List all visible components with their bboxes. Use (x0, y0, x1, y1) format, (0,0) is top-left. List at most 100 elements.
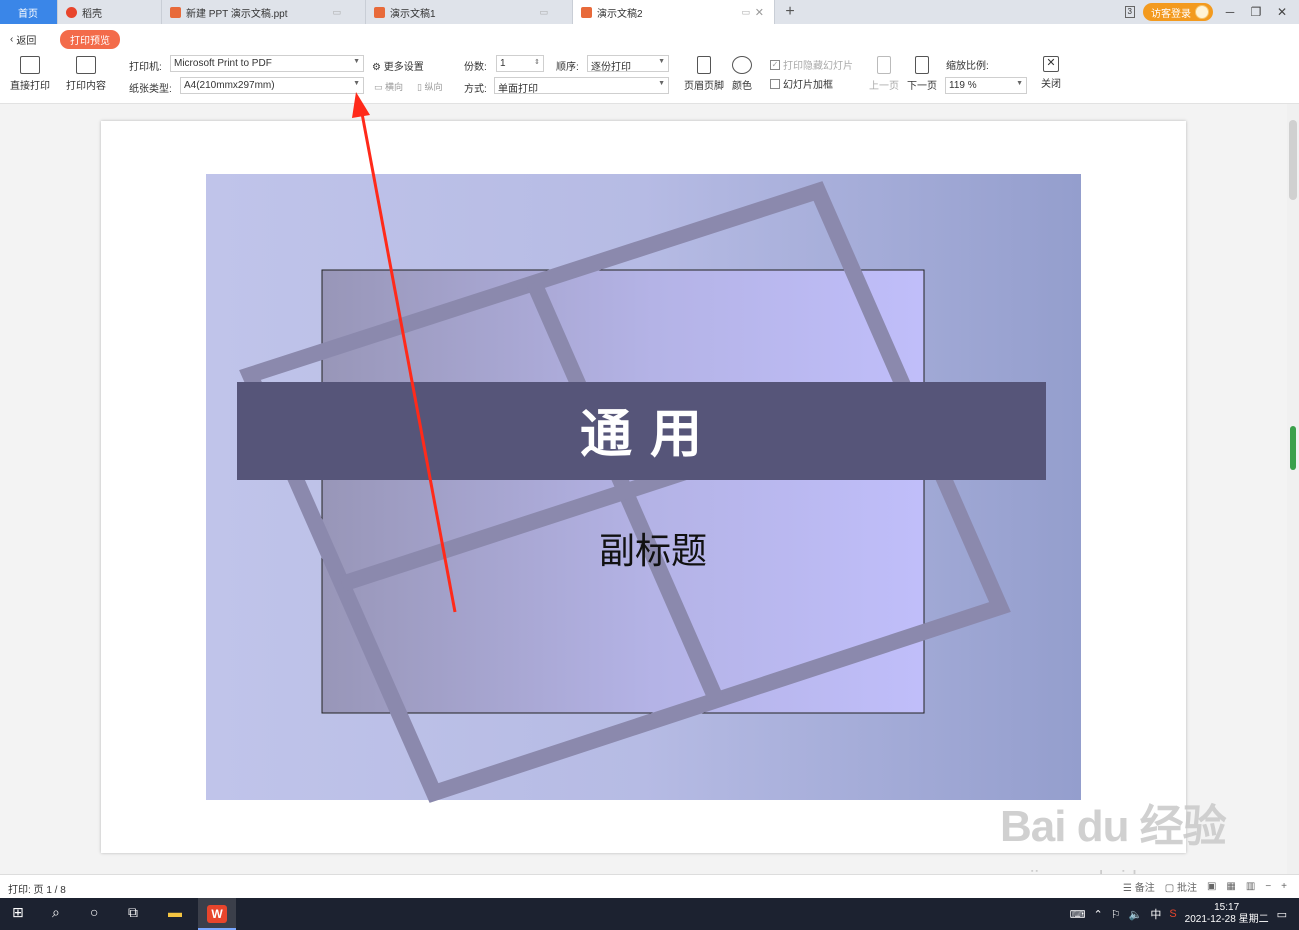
tab-label: 演示文稿2 (597, 8, 643, 20)
paper-select[interactable]: A4(210mmx297mm) ▼ (180, 77, 364, 94)
stepper-icon: ⇕ (534, 59, 540, 66)
prev-page-button[interactable]: 上一页 (869, 56, 899, 92)
color-circles-icon (732, 56, 752, 74)
method-select[interactable]: 单面打印 ▼ (494, 77, 669, 95)
zoom-value: 119 % (949, 80, 977, 91)
cortana-icon[interactable]: ○ (90, 904, 98, 920)
window-count-badge[interactable]: 3 (1124, 6, 1135, 18)
network-icon[interactable]: ⚐ (1111, 908, 1121, 921)
chevron-down-icon: ▼ (658, 80, 665, 87)
prev-page-icon (877, 56, 891, 74)
close-label: 关闭 (1041, 79, 1061, 90)
gear-icon: ⚙ (372, 62, 384, 73)
login-label: 访客登录 (1151, 8, 1191, 20)
clock-time: 15:17 (1214, 902, 1240, 913)
ime-indicator[interactable]: 中 (1150, 906, 1161, 922)
tab-label: 新建 PPT 演示文稿.ppt (186, 8, 288, 20)
tab-new-ppt[interactable]: 新建 PPT 演示文稿.ppt ▭ (162, 0, 366, 24)
volume-icon[interactable]: 🔈 (1129, 908, 1143, 921)
ppt-icon (170, 6, 181, 18)
header-footer-label: 页眉页脚 (684, 81, 724, 92)
method-value: 单面打印 (498, 84, 538, 95)
direct-print-button[interactable]: 直接打印 (10, 56, 50, 92)
system-tray: ⌨ ⌃ ⚐ 🔈 中 S 15:17 2021-12-28 星期二 ▭ (1070, 898, 1299, 930)
restore-icon[interactable]: ❐ (1247, 5, 1265, 19)
comment-icon: ▢ (1164, 883, 1177, 894)
print-hidden-slides-checkbox[interactable]: ✓ 打印隐藏幻灯片 (770, 57, 853, 72)
print-content-button[interactable]: 打印内容 (66, 56, 106, 92)
notification-icon[interactable]: ▭ (1277, 908, 1287, 921)
close-window-icon[interactable]: ✕ (1273, 5, 1291, 19)
printer-value: Microsoft Print to PDF (174, 58, 272, 69)
more-settings-button[interactable]: ⚙ 更多设置 (372, 58, 424, 73)
landscape-icon: ▭ (374, 82, 386, 92)
slide-frame-checkbox[interactable]: 幻灯片加框 (770, 76, 833, 91)
order-value: 逐份打印 (591, 62, 631, 73)
zoom-select[interactable]: 119 % ▼ (945, 77, 1027, 94)
close-tab-icon[interactable]: ✕ (755, 6, 764, 19)
windows-start-icon[interactable]: ⊞ (12, 904, 24, 921)
notes-icon: ☰ (1122, 883, 1135, 894)
landscape-button[interactable]: ▭ 横向 (374, 80, 403, 93)
tab-home[interactable]: 首页 (0, 0, 58, 24)
add-tab-button[interactable]: + (775, 0, 805, 24)
next-page-icon (915, 56, 929, 74)
monitor-icon: ▭ (741, 6, 750, 17)
tab-presentation-2[interactable]: 演示文稿2 ▭ ✕ (573, 0, 775, 24)
color-button[interactable]: 颜色 (732, 56, 752, 92)
print-page: 通 用 副标题 (101, 121, 1186, 853)
header-footer-button[interactable]: 页眉页脚 (684, 56, 724, 92)
close-preview-button[interactable]: ✕ 关闭 (1041, 56, 1061, 90)
next-page-label: 下一页 (907, 81, 937, 92)
paper-value: A4(210mmx297mm) (184, 80, 275, 91)
copies-stepper[interactable]: 1 ⇕ (496, 55, 544, 72)
notes-label: 备注 (1134, 883, 1155, 894)
method-label: 方式: (464, 84, 487, 95)
chevron-down-icon: ▼ (658, 58, 665, 65)
tab-presentation-1[interactable]: 演示文稿1 ▭ (366, 0, 573, 24)
order-select[interactable]: 逐份打印 ▼ (587, 55, 669, 73)
scroll-thumb[interactable] (1289, 120, 1297, 200)
comments-button[interactable]: ▢ 批注 (1165, 879, 1197, 894)
back-label: 返回 (16, 36, 37, 47)
grid-view-icon[interactable]: ▦ (1226, 881, 1235, 892)
prev-page-label: 上一页 (869, 81, 899, 92)
print-content-icon (76, 56, 96, 74)
keyboard-icon[interactable]: ⌨ (1070, 908, 1086, 921)
sogou-icon[interactable]: S (1169, 908, 1176, 920)
back-button[interactable]: ‹ 返回 (10, 32, 36, 47)
chevron-down-icon: ▼ (1016, 80, 1023, 87)
printer-select[interactable]: Microsoft Print to PDF ▼ (170, 55, 364, 72)
baidu-watermark-logo: Bai du 经验 (1000, 802, 1227, 851)
tab-label: 首页 (18, 8, 38, 20)
landscape-label: 横向 (385, 82, 404, 92)
tab-label: 演示文稿1 (390, 8, 436, 20)
slide-frame-label: 幻灯片加框 (783, 80, 833, 91)
windows-taskbar: ⊞ ⌕ ○ ⧉ ▬ W ⌨ ⌃ ⚐ 🔈 中 S 15:17 2021-12-28… (0, 898, 1299, 930)
portrait-button[interactable]: ▯ 纵向 (417, 80, 442, 93)
notes-button[interactable]: ☰ 备注 (1123, 879, 1155, 894)
normal-view-icon[interactable]: ▣ (1207, 881, 1216, 892)
printer-icon (20, 56, 40, 74)
minimize-icon[interactable]: ─ (1221, 5, 1239, 19)
slide-title: 通 用 (580, 405, 702, 465)
ppt-icon (374, 6, 385, 18)
file-explorer-icon[interactable]: ▬ (168, 904, 182, 920)
tab-docer[interactable]: 稻壳 (58, 0, 162, 24)
login-button[interactable]: 访客登录 (1143, 3, 1213, 21)
chevron-down-icon: ▼ (353, 58, 360, 65)
zoom-out-icon[interactable]: − (1265, 881, 1271, 892)
zoom-in-icon[interactable]: + (1281, 881, 1287, 892)
page-counter: 打印: 页 1 / 8 (8, 885, 66, 896)
next-page-button[interactable]: 下一页 (907, 56, 937, 92)
vertical-scrollbar[interactable] (1287, 104, 1299, 874)
search-icon[interactable]: ⌕ (52, 904, 60, 921)
taskbar-wps-app[interactable]: W (198, 898, 236, 930)
close-icon: ✕ (1043, 56, 1059, 72)
reading-view-icon[interactable]: ▥ (1246, 881, 1255, 892)
tray-expand-icon[interactable]: ⌃ (1094, 908, 1103, 921)
task-view-icon[interactable]: ⧉ (128, 904, 138, 921)
checkbox-checked-icon: ✓ (770, 59, 780, 70)
portrait-label: 纵向 (424, 82, 443, 92)
clock[interactable]: 15:17 2021-12-28 星期二 (1185, 902, 1269, 926)
